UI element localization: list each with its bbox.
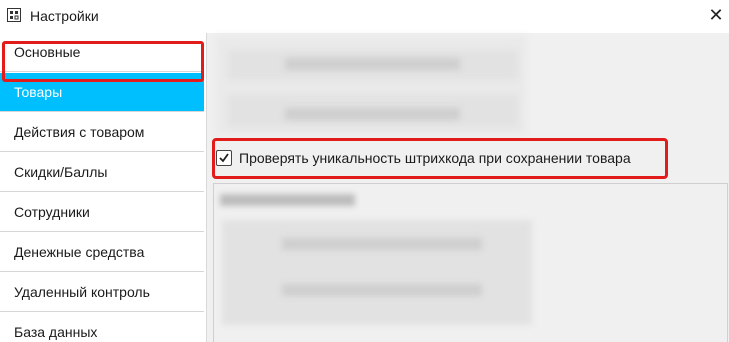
- settings-app-icon: [7, 8, 21, 22]
- barcode-uniqueness-label[interactable]: Проверять уникальность штрихкода при сох…: [239, 150, 631, 166]
- redacted-content: [285, 58, 460, 70]
- redacted-content: [285, 108, 460, 120]
- redacted-content: [222, 220, 532, 325]
- sidebar: Основные Товары Действия с товаром Скидк…: [0, 33, 207, 342]
- redacted-content: [282, 238, 482, 250]
- sidebar-item-deystviya-s-tovarom[interactable]: Действия с товаром: [0, 113, 204, 152]
- checkmark-icon: [219, 153, 229, 163]
- redacted-content: [282, 284, 482, 296]
- barcode-uniqueness-checkbox[interactable]: [216, 150, 232, 166]
- sidebar-item-denezhnye-sredstva[interactable]: Денежные средства: [0, 233, 204, 272]
- window-title: Настройки: [30, 8, 99, 24]
- sidebar-item-skidki-bally[interactable]: Скидки/Баллы: [0, 153, 204, 192]
- title-bar: Настройки ✕: [0, 0, 729, 33]
- sidebar-item-tovary[interactable]: Товары: [0, 73, 204, 112]
- close-icon[interactable]: ✕: [706, 5, 726, 25]
- sidebar-item-baza-dannyh[interactable]: База данных: [0, 313, 204, 342]
- sidebar-item-udalennyy-kontrol[interactable]: Удаленный контроль: [0, 273, 204, 312]
- sidebar-item-sotrudniki[interactable]: Сотрудники: [0, 193, 204, 232]
- redacted-content: [220, 194, 355, 206]
- sidebar-item-osnovnye[interactable]: Основные: [0, 33, 204, 72]
